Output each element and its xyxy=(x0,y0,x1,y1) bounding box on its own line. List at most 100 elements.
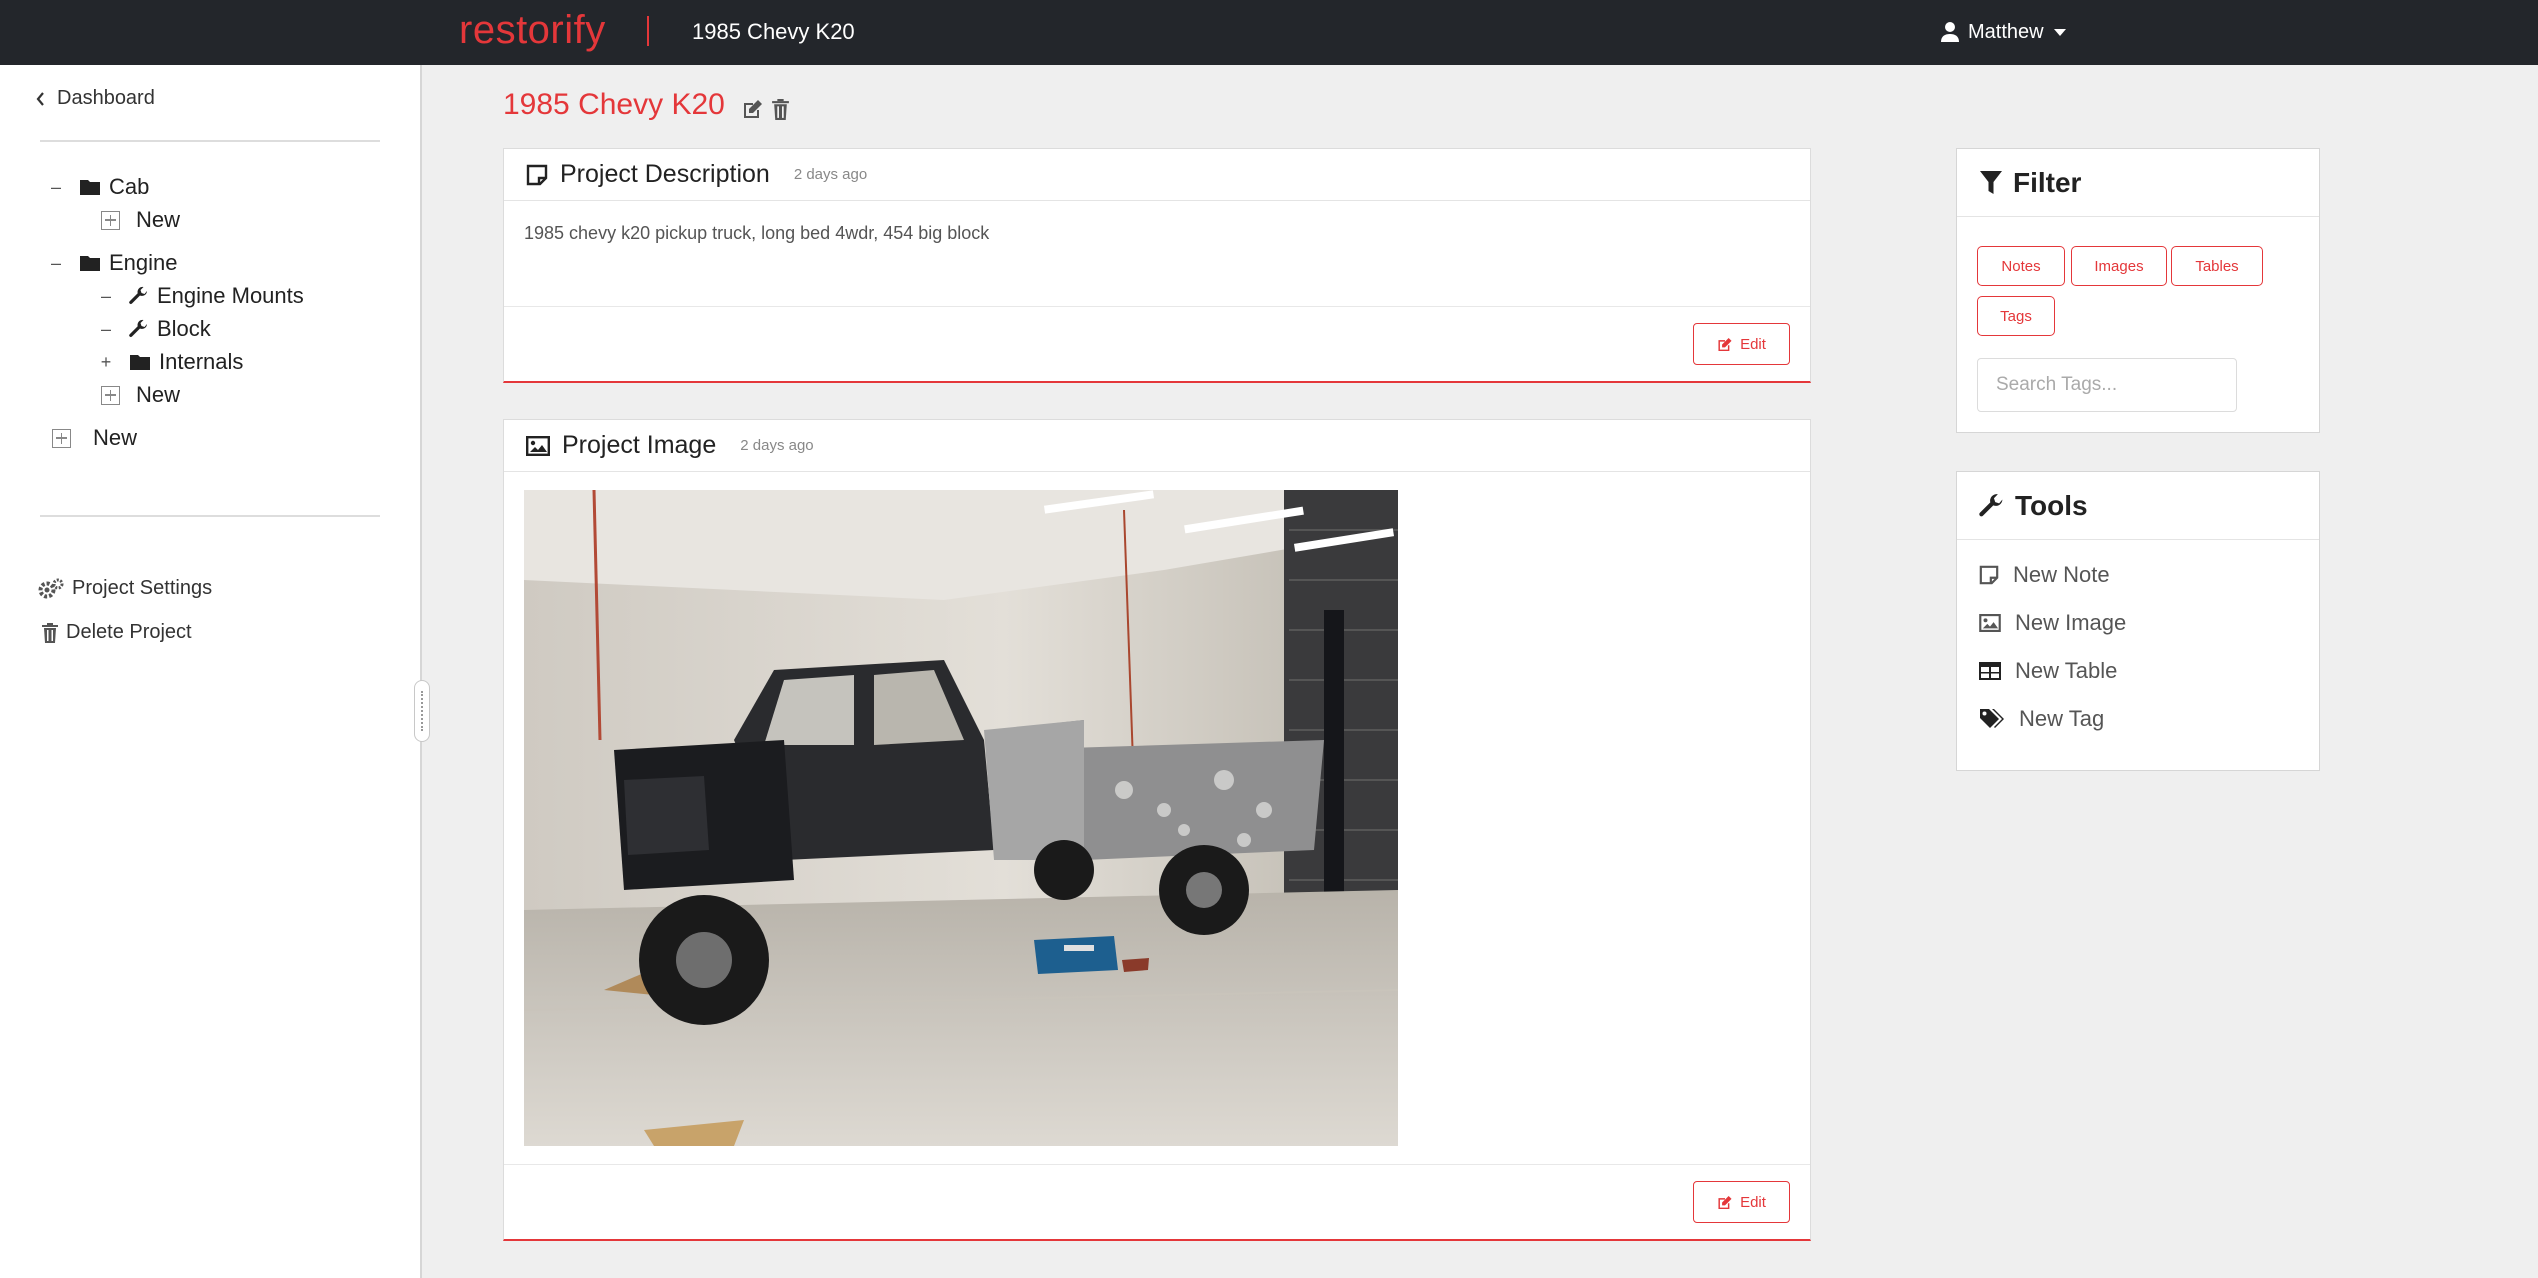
edit-icon xyxy=(1718,1195,1732,1209)
card-timestamp: 2 days ago xyxy=(740,437,814,454)
trash-icon[interactable] xyxy=(772,99,789,120)
gears-icon xyxy=(38,578,64,598)
sidebar-resize-handle[interactable] xyxy=(414,680,430,742)
expand-toggle[interactable]: + xyxy=(95,352,117,373)
card-header: Project Image 2 days ago xyxy=(504,420,1810,472)
new-tag-tool[interactable]: New Tag xyxy=(1979,706,2104,732)
card-header: Project Description 2 days ago xyxy=(504,149,1810,201)
image-icon xyxy=(1979,614,2001,632)
tree-item-new[interactable]: New xyxy=(101,380,180,410)
filter-notes-button[interactable]: Notes xyxy=(1977,246,2065,286)
folder-icon xyxy=(80,180,100,195)
project-photo xyxy=(524,490,1398,1146)
card-footer: Edit xyxy=(504,1164,1810,1239)
folder-icon xyxy=(130,355,150,370)
truck-photo-image xyxy=(524,490,1398,1146)
tree-item-engine[interactable]: – Engine xyxy=(45,248,178,278)
search-tags-input[interactable] xyxy=(1977,358,2237,412)
page-title: 1985 Chevy K20 xyxy=(503,88,725,121)
edit-icon xyxy=(1718,337,1732,351)
new-note-tool[interactable]: New Note xyxy=(1979,562,2110,588)
edit-image-button[interactable]: Edit xyxy=(1693,1181,1790,1223)
top-navbar: restorify 1985 Chevy K20 Matthew xyxy=(0,0,2538,65)
tool-label: New Image xyxy=(2015,610,2127,635)
tree-item-label: New xyxy=(136,207,181,232)
card-title: Project Image xyxy=(562,431,717,459)
tree-item-new[interactable]: New xyxy=(52,423,137,453)
nav-project-title: 1985 Chevy K20 xyxy=(692,19,855,44)
delete-project-label: Delete Project xyxy=(66,621,192,643)
project-settings-label: Project Settings xyxy=(72,577,213,599)
card-title: Project Description xyxy=(560,160,770,188)
tree-item-label: Block xyxy=(157,316,211,341)
project-settings-link[interactable]: Project Settings xyxy=(38,577,212,600)
add-box-icon xyxy=(101,210,120,230)
filter-icon xyxy=(1980,170,2002,194)
edit-icon[interactable] xyxy=(742,99,764,119)
collapse-toggle[interactable]: – xyxy=(95,319,117,340)
note-icon xyxy=(526,164,548,185)
title-actions xyxy=(742,99,789,120)
panel-header: Tools xyxy=(1957,472,2319,540)
collapse-toggle[interactable]: – xyxy=(45,253,67,274)
tree-item-block[interactable]: – Block xyxy=(95,314,211,344)
wrench-icon xyxy=(129,286,147,304)
add-box-icon xyxy=(52,428,71,448)
nav-divider xyxy=(647,16,649,46)
tree-item-new[interactable]: New xyxy=(101,205,180,235)
chevron-down-icon xyxy=(2053,28,2066,36)
folder-icon xyxy=(80,256,100,271)
delete-project-link[interactable]: Delete Project xyxy=(42,621,192,644)
image-icon xyxy=(526,435,550,456)
panel-header: Filter xyxy=(1957,149,2319,217)
user-name: Matthew xyxy=(1968,20,2044,43)
project-description-card: Project Description 2 days ago 1985 chev… xyxy=(503,148,1811,383)
user-menu[interactable]: Matthew xyxy=(1940,18,2066,46)
tools-panel: Tools New Note New Image New Table New T… xyxy=(1956,471,2320,771)
tree-item-cab[interactable]: – Cab xyxy=(45,172,149,202)
brand-logo[interactable]: restorify xyxy=(459,8,606,53)
add-box-icon xyxy=(101,385,120,405)
wrench-icon xyxy=(129,319,147,337)
edit-label: Edit xyxy=(1740,1193,1766,1211)
tree-item-label: New xyxy=(93,425,138,450)
filter-tables-button[interactable]: Tables xyxy=(2171,246,2263,286)
sidebar: Dashboard – Cab New – Engine – Engine Mo… xyxy=(0,65,422,1278)
edit-label: Edit xyxy=(1740,335,1766,353)
card-timestamp: 2 days ago xyxy=(793,166,868,183)
tool-label: New Note xyxy=(2013,562,2110,587)
new-image-tool[interactable]: New Image xyxy=(1979,610,2126,636)
card-footer: Edit xyxy=(504,306,1810,381)
new-table-tool[interactable]: New Table xyxy=(1979,658,2117,684)
user-icon xyxy=(1941,22,1959,42)
filter-title: Filter xyxy=(2013,166,2082,198)
dashboard-label: Dashboard xyxy=(57,87,155,109)
tools-title: Tools xyxy=(2015,489,2088,521)
tool-label: New Table xyxy=(2015,658,2118,683)
filter-panel: Filter Notes Images Tables Tags xyxy=(1956,148,2320,433)
tree-item-label: Internals xyxy=(159,349,244,374)
tree-item-label: New xyxy=(136,382,181,407)
tree-item-label: Engine xyxy=(109,250,178,275)
trash-icon xyxy=(42,622,58,643)
table-icon xyxy=(1979,662,2001,680)
filter-images-button[interactable]: Images xyxy=(2071,246,2167,286)
note-icon xyxy=(1979,565,1999,585)
filter-tags-button[interactable]: Tags xyxy=(1977,296,2055,336)
edit-description-button[interactable]: Edit xyxy=(1693,323,1790,365)
description-text: 1985 chevy k20 pickup truck, long bed 4w… xyxy=(524,223,990,243)
chevron-left-icon xyxy=(36,91,44,106)
tree-item-label: Cab xyxy=(109,174,150,199)
project-image-card: Project Image 2 days ago Edit xyxy=(503,419,1811,1241)
tree-item-internals[interactable]: + Internals xyxy=(95,347,244,377)
tags-icon xyxy=(1980,709,2004,728)
sidebar-divider xyxy=(40,140,380,142)
tool-label: New Tag xyxy=(2019,706,2105,731)
tree-item-engine-mounts[interactable]: – Engine Mounts xyxy=(95,281,304,311)
dashboard-link[interactable]: Dashboard xyxy=(36,87,155,110)
tree-item-label: Engine Mounts xyxy=(157,283,304,308)
wrench-icon xyxy=(1979,493,2003,516)
collapse-toggle[interactable]: – xyxy=(95,286,117,307)
collapse-toggle[interactable]: – xyxy=(45,177,67,198)
sidebar-divider xyxy=(40,515,380,517)
